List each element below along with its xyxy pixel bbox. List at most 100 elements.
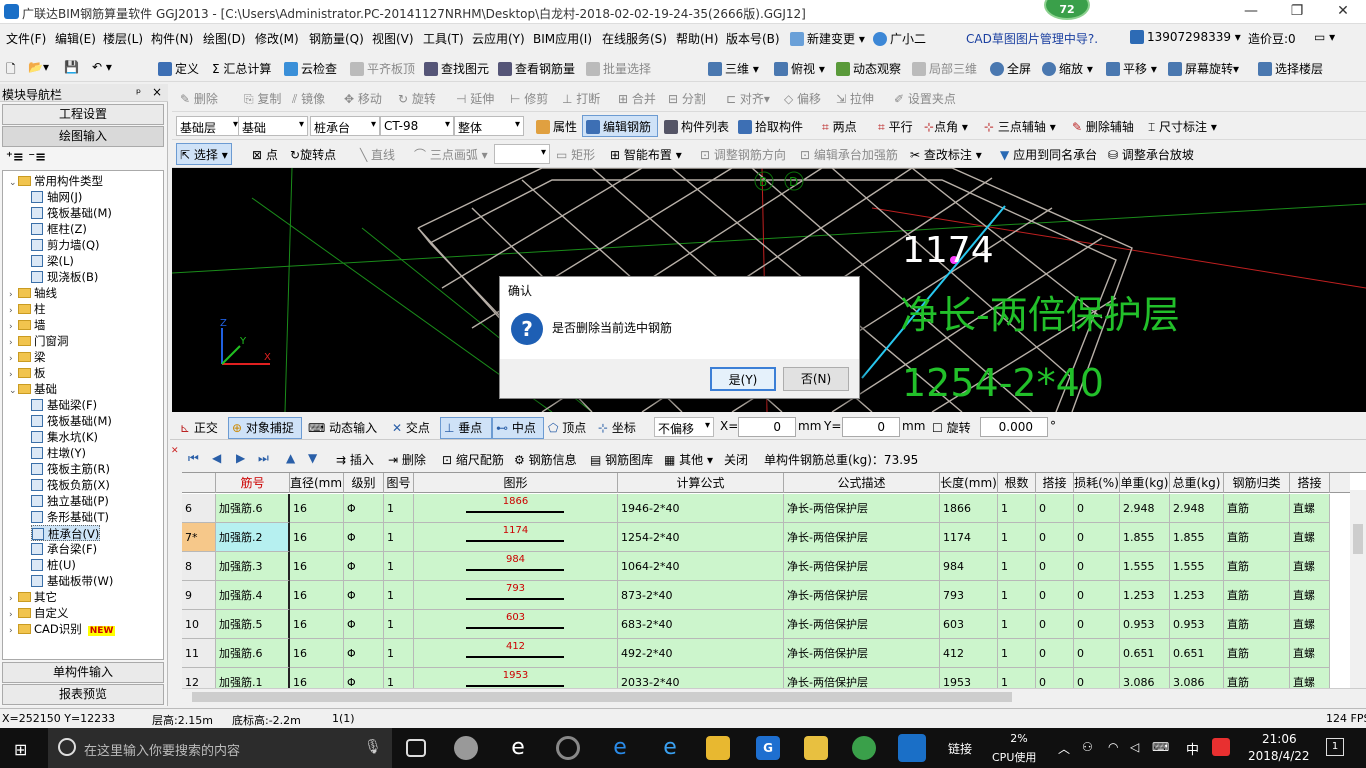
3d-button[interactable]: 三维 ▾ <box>708 60 759 77</box>
cell-lap[interactable]: 0 <box>1036 552 1074 581</box>
batch-select-button[interactable]: 批量选择 <box>586 60 651 77</box>
new-change-button[interactable]: 新建变更 ▾ <box>790 30 865 47</box>
tree-item[interactable]: 柱墩(Y) <box>31 445 86 461</box>
tree-item[interactable]: 桩(U) <box>31 557 76 573</box>
undo-icon[interactable]: ↶ ▾ <box>92 60 112 74</box>
cell-lap[interactable]: 0 <box>1036 523 1074 552</box>
tree-item[interactable]: 基础板带(W) <box>31 573 113 589</box>
edit-rebar-button[interactable]: 编辑钢筋 <box>586 118 651 135</box>
cell-no[interactable]: 6 <box>182 494 216 523</box>
cell-formula[interactable]: 1946-2*40 <box>618 494 784 523</box>
adjust-cap-slope-button[interactable]: ⛁ 调整承台放坡 <box>1108 146 1194 163</box>
cell-lap2[interactable]: 直螺 <box>1290 668 1330 688</box>
cell-fig[interactable]: 1 <box>384 552 414 581</box>
cell-shape[interactable]: 1174 <box>414 523 618 552</box>
windows-start-icon[interactable]: ⊞ <box>14 740 27 759</box>
tray-link[interactable]: 链接 <box>948 740 972 757</box>
column-header[interactable]: 级别 <box>344 473 384 493</box>
vertex-snap[interactable]: ⬠ 顶点 <box>548 419 586 436</box>
floor-select[interactable]: 基础层 <box>176 116 242 136</box>
cell-desc[interactable]: 净长-两倍保护层 <box>784 581 940 610</box>
object-snap-toggle[interactable]: ⊕ 对象捕捉 <box>232 419 294 436</box>
close-button[interactable]: ✕ <box>1320 0 1366 24</box>
cell-lap[interactable]: 0 <box>1036 494 1074 523</box>
table-row[interactable]: 10 加强筋.5 16 Φ 1 603 683-2*40 净长-两倍保护层 603 1 0 0 0.95… <box>182 610 1350 639</box>
table-row[interactable]: 8 加强筋.3 16 Φ 1 984 1064-2*40 净长-两倍保护层 984 1 0 0 1.55… <box>182 552 1350 581</box>
tree-folder[interactable]: › 其它 <box>9 589 57 605</box>
cell-name[interactable]: 加强筋.4 <box>216 581 290 610</box>
cell-lap2[interactable]: 直螺 <box>1290 494 1330 523</box>
cell-desc[interactable]: 净长-两倍保护层 <box>784 668 940 688</box>
tree-item[interactable]: 筏板基础(M) <box>31 413 112 429</box>
clock-date[interactable]: 2018/4/22 <box>1248 749 1310 763</box>
open-file-icon[interactable]: 📂▾ <box>28 60 49 74</box>
category-select[interactable]: 基础 <box>238 116 308 136</box>
edit-cap-rebar-button[interactable]: ⊡ 编辑承台加强筋 <box>800 146 898 163</box>
cell-grade[interactable]: Φ <box>344 552 384 581</box>
cell-count[interactable]: 1 <box>998 639 1036 668</box>
next-row-icon[interactable]: ▶ <box>236 451 245 465</box>
column-header[interactable]: 单重(kg) <box>1120 473 1170 493</box>
cell-loss[interactable]: 0 <box>1074 552 1120 581</box>
cell-lap[interactable]: 0 <box>1036 668 1074 688</box>
expand-collapse-icons[interactable]: ⁺≡ ⁻≡ <box>6 150 46 165</box>
delete-axis-button[interactable]: ✎ 删除辅轴 <box>1072 118 1134 135</box>
table-row[interactable]: 9 加强筋.4 16 Φ 1 793 873-2*40 净长-两倍保护层 793 1 0 0 1.253… <box>182 581 1350 610</box>
column-header[interactable] <box>182 473 216 493</box>
other-button[interactable]: ▦ 其他 ▾ <box>664 451 713 468</box>
tree-item[interactable]: 基础梁(F) <box>31 397 97 413</box>
cell-lap2[interactable]: 直螺 <box>1290 639 1330 668</box>
tree-folder[interactable]: › 梁 <box>9 349 46 365</box>
cell-name[interactable]: 加强筋.2 <box>216 523 290 552</box>
dimension-button[interactable]: ⌶ 尺寸标注 ▾ <box>1148 118 1217 135</box>
menu-file[interactable]: 文件(F) <box>6 30 46 47</box>
tree-item[interactable]: 梁(L) <box>31 253 74 269</box>
scaled-rebar-button[interactable]: ⊡ 缩尺配筋 <box>442 451 504 468</box>
offset-select[interactable]: 不偏移 <box>654 417 714 437</box>
cell-no[interactable]: 8 <box>182 552 216 581</box>
tree-folder[interactable]: › 门窗洞 <box>9 333 69 349</box>
grid-close-icon[interactable]: ✕ <box>171 446 181 456</box>
ime-indicator[interactable]: 中 <box>1186 739 1199 758</box>
type-select[interactable]: 桩承台 <box>310 116 380 136</box>
cell-fig[interactable]: 1 <box>384 610 414 639</box>
first-row-icon[interactable]: ⏮ <box>188 451 199 466</box>
no-button[interactable]: 否(N) <box>783 367 849 391</box>
cell-count[interactable]: 1 <box>998 668 1036 688</box>
cell-count[interactable]: 1 <box>998 552 1036 581</box>
mirror-tool[interactable]: ⫽ 镜像 <box>292 90 325 107</box>
tree-folder[interactable]: › 板 <box>9 365 46 381</box>
cell-formula[interactable]: 873-2*40 <box>618 581 784 610</box>
tree-item[interactable]: 条形基础(T) <box>31 509 109 525</box>
cell-dia[interactable]: 16 <box>290 494 344 523</box>
cell-formula[interactable]: 683-2*40 <box>618 610 784 639</box>
report-preview-button[interactable]: 报表预览 <box>2 684 164 705</box>
tree-item[interactable]: 筏板负筋(X) <box>31 477 110 493</box>
cell-loss[interactable]: 0 <box>1074 610 1120 639</box>
delete-row-button[interactable]: ⇥ 删除 <box>388 451 426 468</box>
column-header[interactable]: 搭接 <box>1290 473 1330 493</box>
menu-draw[interactable]: 绘图(D) <box>203 30 246 47</box>
cell-count[interactable]: 1 <box>998 581 1036 610</box>
two-point-axis-button[interactable]: ⌗ 两点 <box>822 118 857 135</box>
cell-grade[interactable]: Φ <box>344 639 384 668</box>
cell-shape[interactable]: 412 <box>414 639 618 668</box>
cell-unit[interactable]: 0.953 <box>1120 610 1170 639</box>
tree-item[interactable]: 独立基础(P) <box>31 493 109 509</box>
zoom-button[interactable]: 缩放 ▾ <box>1042 60 1093 77</box>
cell-unit[interactable]: 2.948 <box>1120 494 1170 523</box>
check-annotation-button[interactable]: ✂ 查改标注 ▾ <box>910 146 982 163</box>
column-header[interactable]: 损耗(%) <box>1074 473 1120 493</box>
cell-cls[interactable]: 直筋 <box>1224 639 1290 668</box>
orbit-button[interactable]: 动态观察 <box>836 60 901 77</box>
tree-item[interactable]: 集水坑(K) <box>31 429 98 445</box>
collapse-icon[interactable]: ⌄ <box>9 175 18 191</box>
cell-cls[interactable]: 直筋 <box>1224 610 1290 639</box>
copy-tool[interactable]: ⎘ 复制 <box>244 90 281 107</box>
cell-no[interactable]: 12 <box>182 668 216 688</box>
column-header[interactable]: 图号 <box>384 473 414 493</box>
stretch-tool[interactable]: ⇲ 拉伸 <box>836 90 874 107</box>
ie-icon[interactable]: e <box>658 736 682 760</box>
cell-fig[interactable]: 1 <box>384 494 414 523</box>
column-header[interactable]: 公式描述 <box>784 473 940 493</box>
